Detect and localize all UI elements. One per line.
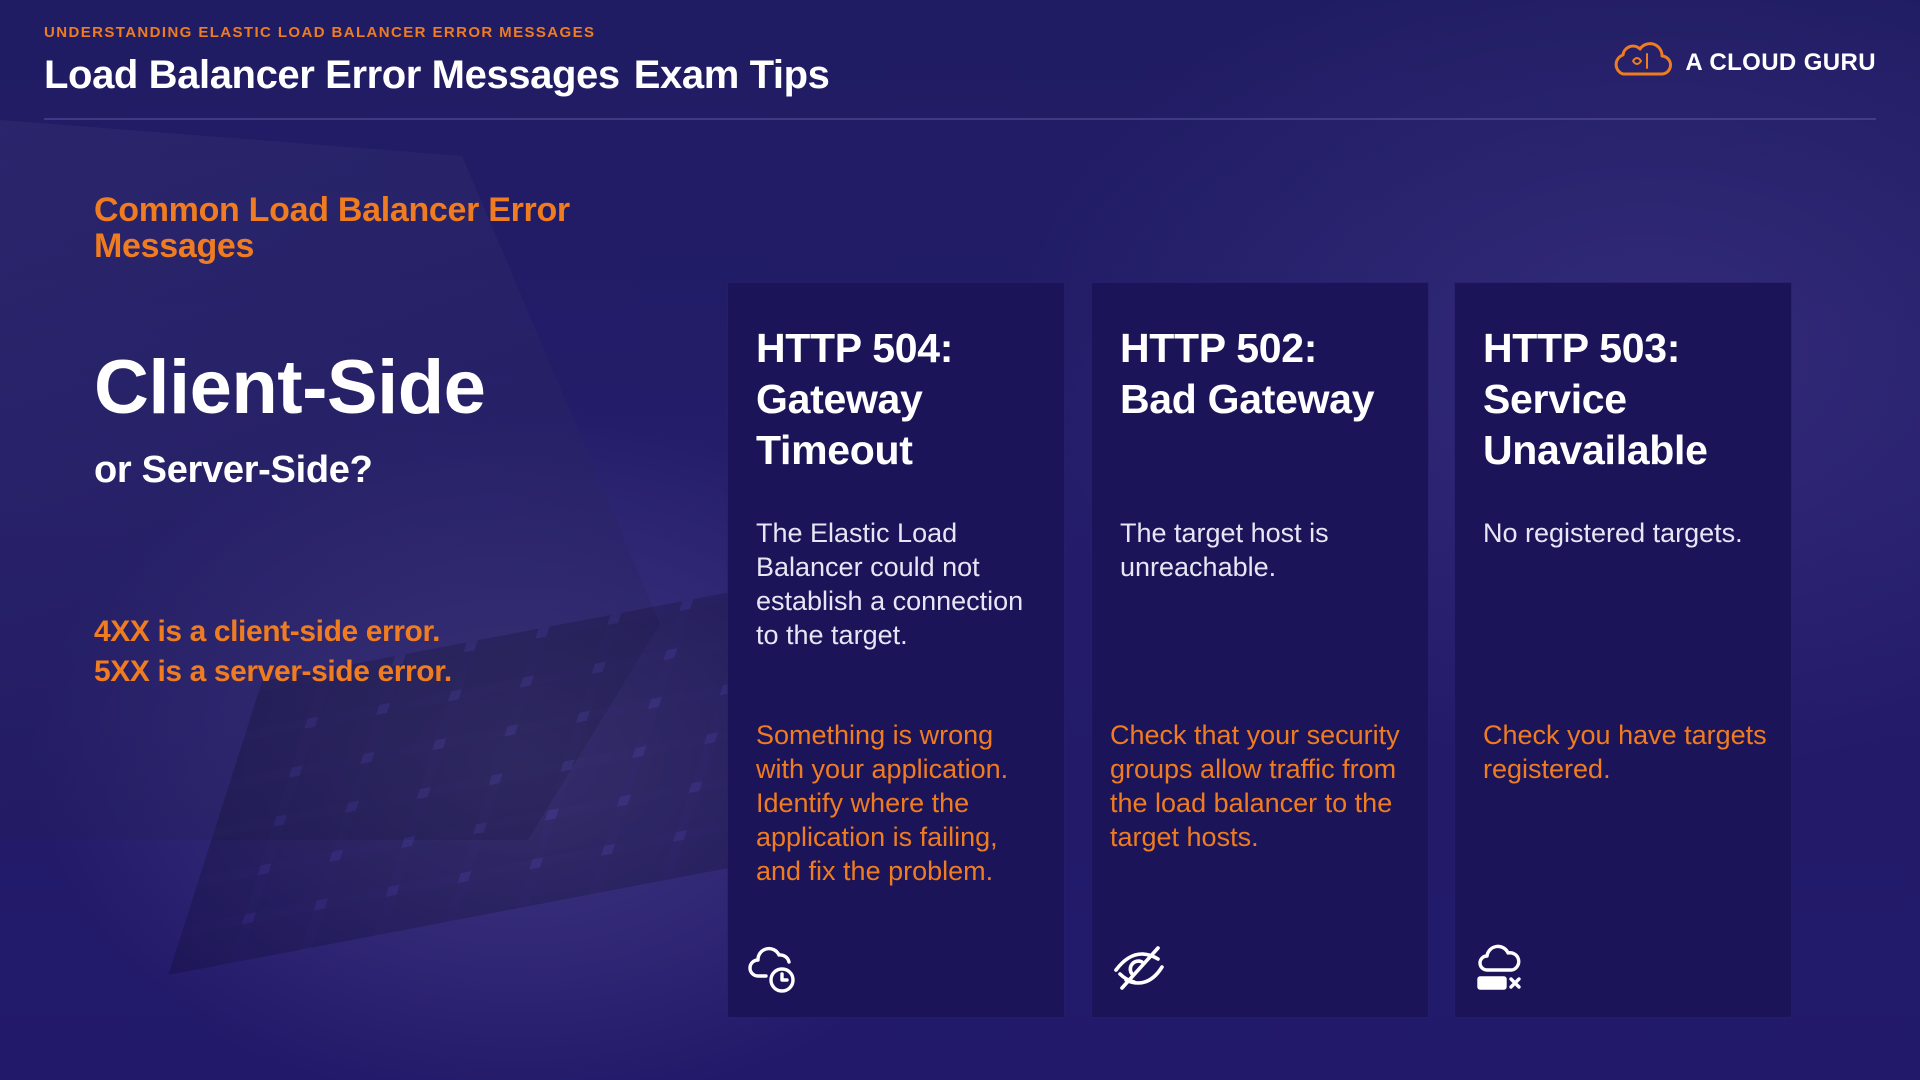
card-tip: Something is wrong with your application… [756,720,1009,886]
brand-logo: A CLOUD GURU [1611,40,1876,85]
card-title-line: HTTP 504: [756,325,954,371]
card-description: The target host is unreachable. [1120,518,1329,582]
card-title-line: Service [1483,376,1627,422]
card-http-502: HTTP 502: Bad Gateway The target host is… [1092,283,1428,1017]
card-tip: Check you have targets registered. [1483,720,1767,784]
card-title: HTTP 503: Service Unavailable [1483,323,1771,476]
left-panel: Common Load Balancer Error Messages Clie… [94,192,654,692]
card-description: The Elastic Load Balancer could not esta… [756,518,1024,650]
rule-4xx: 4XX is a client-side error. [94,615,441,648]
eye-off-icon [1110,940,1168,998]
slide-header: UNDERSTANDING ELASTIC LOAD BALANCER ERRO… [44,24,1876,98]
header-divider [44,118,1876,120]
slide-title: Load Balancer Error Messages Exam Tips [44,53,1876,98]
card-title-line: Timeout [756,427,913,473]
card-http-504: HTTP 504: Gateway Timeout The Elastic Lo… [728,283,1064,1017]
card-title-line: HTTP 502: [1120,325,1318,371]
card-http-503: HTTP 503: Service Unavailable No registe… [1455,283,1791,1017]
card-title-line: Gateway [756,376,923,422]
client-side-heading: Client-Side [94,345,486,430]
card-title: HTTP 504: Gateway Timeout [756,323,1044,476]
card-title: HTTP 502: Bad Gateway [1120,323,1408,425]
slide-title-suffix: Exam Tips [633,53,830,97]
cloud-server-x-icon [1473,940,1531,998]
card-title-line: Bad Gateway [1120,376,1375,422]
brand-name: A CLOUD GURU [1685,48,1876,76]
server-side-subheading: or Server-Side? [94,449,373,491]
section-heading: Common Load Balancer Error Messages [94,191,570,265]
cloud-logo-icon [1611,40,1673,85]
card-title-line: HTTP 503: [1483,325,1681,371]
card-description: No registered targets. [1483,518,1743,548]
slide-eyebrow: UNDERSTANDING ELASTIC LOAD BALANCER ERRO… [44,24,596,41]
card-title-line: Unavailable [1483,427,1708,473]
card-tip: Check that your security groups allow tr… [1110,720,1400,852]
cloud-clock-icon [746,940,804,998]
slide-title-main: Load Balancer Error Messages [44,53,620,97]
rule-5xx: 5XX is a server-side error. [94,655,452,688]
error-class-rules: 4XX is a client-side error. 5XX is a ser… [94,612,654,692]
